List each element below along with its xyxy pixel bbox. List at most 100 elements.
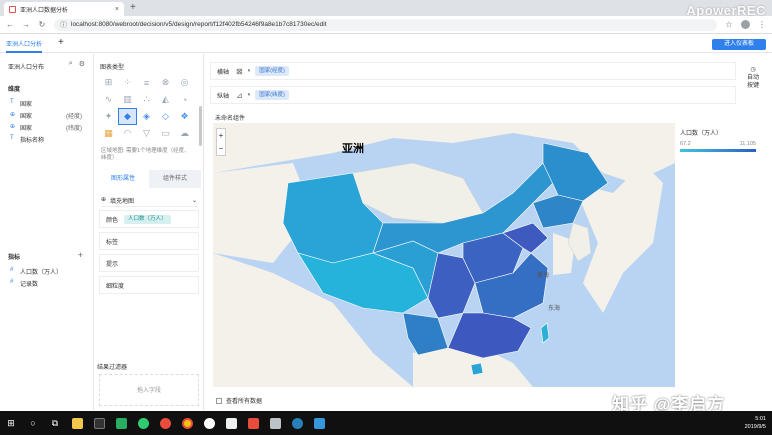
- y-axis-shelf[interactable]: 纵轴 ⊿ ▾ 国家(纬度): [210, 86, 736, 104]
- dimension-field[interactable]: ⊕ 国家 (纬度): [10, 123, 82, 132]
- bar-chart-icon[interactable]: ≡: [137, 74, 156, 91]
- measure-field[interactable]: # 人口数（万人）: [10, 267, 62, 276]
- search-icon[interactable]: ○: [22, 411, 44, 435]
- dimension-field[interactable]: T 国家: [10, 99, 32, 108]
- region-jilin-liaoning[interactable]: [532, 194, 584, 229]
- color-field-pill[interactable]: 人口数（万人）: [124, 214, 171, 224]
- table-chart-icon[interactable]: ⊞: [99, 74, 118, 91]
- legend-gradient-bar[interactable]: [680, 149, 756, 152]
- point-map-chart-icon[interactable]: ◈: [137, 108, 156, 125]
- legend-max: 11,105: [739, 141, 756, 147]
- heat-map-chart-icon[interactable]: ❖: [175, 108, 194, 125]
- close-tab-icon[interactable]: ×: [115, 6, 119, 13]
- donut-chart-icon[interactable]: ◎: [175, 74, 194, 91]
- column-chart-icon[interactable]: ▥: [118, 91, 137, 108]
- auto-axis-button[interactable]: ◷ 自动 按键: [738, 66, 768, 98]
- tab-asia-population[interactable]: 亚洲人口分析: [6, 39, 43, 53]
- tab-component-style[interactable]: 组件样式: [149, 170, 201, 188]
- label-property-row[interactable]: 标签: [99, 232, 199, 250]
- add-measure-button[interactable]: +: [78, 250, 83, 260]
- scatter-icon[interactable]: ⊠: [236, 67, 243, 76]
- chart-type-scrollbar[interactable]: [199, 106, 202, 146]
- measure-field[interactable]: # 记录数: [10, 279, 38, 288]
- show-all-data-toggle[interactable]: 查看所有数据: [216, 396, 262, 405]
- globe-icon: ⊕: [10, 124, 16, 130]
- radar-chart-icon[interactable]: ✦: [99, 108, 118, 125]
- app-icon[interactable]: [110, 411, 132, 435]
- line-chart-icon[interactable]: ⊿: [236, 91, 243, 100]
- terminal-icon[interactable]: [88, 411, 110, 435]
- search-app-icon[interactable]: [286, 411, 308, 435]
- filled-map-chart-icon[interactable]: ◆: [118, 108, 137, 125]
- url-input[interactable]: ⓘ localhost:8080/webroot/decision/v5/des…: [54, 18, 717, 31]
- sea-label: 东海: [548, 306, 561, 312]
- back-arrow-icon[interactable]: ←: [6, 20, 14, 29]
- region-yunnan[interactable]: [402, 312, 449, 356]
- enter-dashboard-button[interactable]: 进入仪表板: [712, 39, 766, 50]
- forward-arrow-icon[interactable]: →: [22, 20, 30, 29]
- globe-icon: ⊕: [101, 197, 107, 203]
- flow-map-chart-icon[interactable]: ◇: [156, 108, 175, 125]
- add-component-button[interactable]: +: [58, 37, 64, 48]
- reload-icon[interactable]: ↻: [38, 20, 46, 29]
- x-axis-shelf[interactable]: 横轴 ⊠ ▾ 国家(经度): [210, 62, 736, 80]
- funnel-chart-icon[interactable]: ▽: [137, 125, 156, 142]
- menu-dots-icon[interactable]: ⋮: [758, 20, 766, 29]
- app-icon[interactable]: [264, 411, 286, 435]
- scatter-chart-icon[interactable]: ⁘: [118, 74, 137, 91]
- system-clock[interactable]: 5:01 2019/9/5: [745, 415, 766, 431]
- map-graphic: [213, 123, 675, 387]
- filled-map[interactable]: [213, 123, 675, 387]
- new-tab-button[interactable]: +: [130, 2, 136, 13]
- windows-start-icon[interactable]: ⊞: [0, 411, 22, 435]
- tab-graphic-properties[interactable]: 图形属性: [97, 170, 149, 188]
- app-icon[interactable]: [242, 411, 264, 435]
- region-guangdong-guangxi[interactable]: [447, 312, 532, 359]
- chrome-icon[interactable]: [176, 411, 198, 435]
- legend-title: 人口数（万人）: [680, 131, 723, 137]
- wechat-icon[interactable]: [132, 411, 154, 435]
- filter-drop-zone[interactable]: 拖入字段: [99, 374, 199, 406]
- search-icon[interactable]: ⌕: [69, 60, 73, 68]
- notepad-icon[interactable]: [220, 411, 242, 435]
- dashboard-chart-icon[interactable]: ▭: [156, 125, 175, 142]
- treemap-chart-icon[interactable]: ▦: [99, 125, 118, 142]
- zoom-in-button[interactable]: +: [217, 129, 225, 142]
- sea-label: 黄海: [537, 273, 550, 279]
- granularity-property-row[interactable]: 细粒度: [99, 276, 199, 294]
- file-explorer-icon[interactable]: [66, 411, 88, 435]
- tooltip-property-row[interactable]: 提示: [99, 254, 199, 272]
- dimension-field[interactable]: T 指标名称: [10, 135, 44, 144]
- browser-tab[interactable]: 亚洲人口数据分析 ×: [4, 2, 124, 16]
- show-all-checkbox[interactable]: [216, 397, 222, 404]
- number-type-icon: #: [10, 267, 14, 273]
- line-chart-icon[interactable]: ∿: [99, 91, 118, 108]
- chevron-down-icon[interactable]: ▾: [248, 68, 251, 74]
- zoom-out-button[interactable]: −: [217, 142, 225, 155]
- settings-icon[interactable]: ⚙: [79, 60, 85, 68]
- color-property-row[interactable]: 颜色 人口数（万人）: [99, 210, 199, 228]
- x-axis-field-pill[interactable]: 国家(经度): [255, 66, 289, 76]
- area-chart-icon[interactable]: ◭: [156, 91, 175, 108]
- chevron-down-icon[interactable]: ▾: [248, 92, 251, 98]
- map-zoom-control[interactable]: + −: [216, 128, 226, 156]
- map-type-select[interactable]: ⊕ 填充地图 ⌄: [101, 195, 197, 207]
- profile-avatar[interactable]: [741, 20, 750, 29]
- wordcloud-chart-icon[interactable]: ☁: [175, 125, 194, 142]
- region-hainan[interactable]: [470, 362, 484, 376]
- result-filter-title: 结果过滤器: [97, 365, 128, 371]
- combo-chart-icon[interactable]: ⊗: [156, 74, 175, 91]
- pie-chart-icon[interactable]: ◔: [175, 91, 194, 108]
- number-type-icon: #: [10, 279, 14, 285]
- task-view-icon[interactable]: ⧉: [44, 411, 66, 435]
- gauge-chart-icon[interactable]: ◠: [118, 125, 137, 142]
- bookmark-star-icon[interactable]: ☆: [725, 20, 733, 29]
- netease-music-icon[interactable]: [154, 411, 176, 435]
- app-header: 亚洲人口分析 + 进入仪表板: [0, 35, 772, 53]
- dimension-field[interactable]: ⊕ 国家 (经度): [10, 111, 82, 120]
- point-chart-icon[interactable]: ∴: [137, 91, 156, 108]
- region-taiwan[interactable]: [540, 322, 550, 344]
- app-icon[interactable]: [308, 411, 330, 435]
- y-axis-field-pill[interactable]: 国家(纬度): [255, 90, 289, 100]
- app-icon[interactable]: [198, 411, 220, 435]
